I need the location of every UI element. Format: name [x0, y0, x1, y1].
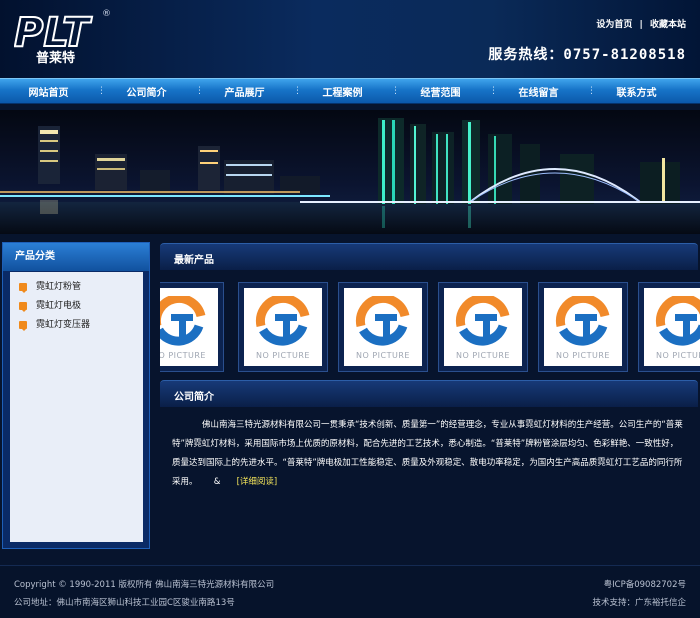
nav-home[interactable]: 网站首页 — [0, 84, 97, 99]
product-thumbnail: NO PICTURE — [644, 288, 700, 366]
banner-image — [0, 110, 700, 234]
top-links: 设为首页 | 收藏本站 — [592, 17, 686, 30]
night-city-banner — [0, 110, 700, 234]
product-thumbnail: NO PICTURE — [344, 288, 422, 366]
top-links-separator: | — [639, 20, 643, 30]
nav-contact[interactable]: 联系方式 — [588, 84, 685, 99]
nav-about[interactable]: 公司简介 — [98, 84, 195, 99]
main-nav: 网站首页 ⋮ 公司简介 ⋮ 产品展厅 ⋮ 工程案例 ⋮ 经营范围 ⋮ 在线留言 … — [0, 78, 700, 104]
product-card[interactable]: NO PICTURE — [538, 282, 628, 372]
logo-cn: 普莱特 — [36, 50, 75, 66]
nav-products[interactable]: 产品展厅 — [196, 84, 293, 99]
product-thumbnail: NO PICTURE — [244, 288, 322, 366]
hotline-label: 服务热线： — [488, 47, 564, 63]
read-more-link[interactable]: [详细阅读] — [237, 477, 278, 487]
no-picture-label: NO PICTURE — [160, 351, 206, 360]
product-card[interactable]: NO PICTURE — [438, 282, 528, 372]
product-thumbnail: NO PICTURE — [544, 288, 622, 366]
category-item-neon-electrode[interactable]: 霓虹灯电极 — [10, 297, 143, 316]
company-profile-title: 公司简介 — [174, 392, 214, 403]
no-picture-label: NO PICTURE — [256, 351, 310, 360]
company-profile-text: 佛山南海三特光源材料有限公司一贯秉承“技术创新、质量第一”的经营理念，专业从事霓… — [172, 416, 686, 492]
hotline-number: 0757-81208518 — [563, 47, 686, 63]
nav-scope[interactable]: 经营范围 — [392, 84, 489, 99]
no-picture-label: NO PICTURE — [456, 351, 510, 360]
plt-logo[interactable]: PLT 普莱特 — [14, 10, 114, 66]
no-picture-label: NO PICTURE — [356, 351, 410, 360]
speech-bubble-icon — [19, 283, 27, 293]
speech-bubble-icon — [19, 302, 27, 312]
category-label: 霓虹灯变压器 — [36, 320, 91, 330]
placeholder-logo-icon — [255, 296, 310, 346]
latest-products-title: 最新产品 — [174, 255, 214, 266]
category-label: 霓虹灯电极 — [36, 301, 82, 311]
placeholder-logo-icon — [655, 296, 700, 346]
latest-products-header: 最新产品 — [160, 243, 698, 270]
category-label: 霓虹灯粉管 — [36, 282, 82, 292]
read-more-glyph: & — [213, 477, 221, 487]
no-picture-label: NO PICTURE — [556, 351, 610, 360]
product-card[interactable]: NO PICTURE — [338, 282, 428, 372]
site-footer: Copyright © 1990-2011 版权所有 佛山南海三特光源材料有限公… — [0, 565, 700, 618]
product-marquee: NO PICTURE NO PICTURE NO PICTURE — [160, 282, 700, 374]
product-card[interactable]: NO PICTURE — [160, 282, 224, 372]
registered-mark: ® — [102, 9, 111, 19]
product-thumbnail: NO PICTURE — [160, 288, 218, 366]
nav-cases[interactable]: 工程案例 — [294, 84, 391, 99]
no-picture-label: NO PICTURE — [656, 351, 700, 360]
category-list: 霓虹灯粉管 霓虹灯电极 霓虹灯变压器 — [10, 272, 143, 335]
placeholder-logo-icon — [355, 296, 410, 346]
footer-icp[interactable]: 粤ICP备09082702号 — [604, 578, 686, 590]
product-thumbnail: NO PICTURE — [444, 288, 522, 366]
site-header: PLT 普莱特 ® 设为首页 | 收藏本站 服务热线：0757-81208518 — [0, 0, 700, 78]
footer-copyright: Copyright © 1990-2011 版权所有 佛山南海三特光源材料有限公… — [14, 580, 275, 590]
logo-letters: PLT — [14, 10, 92, 56]
footer-tech-support[interactable]: 技术支持：广东裕托信企 — [592, 596, 686, 608]
nav-message[interactable]: 在线留言 — [490, 84, 587, 99]
sidebar-body: 霓虹灯粉管 霓虹灯电极 霓虹灯变压器 — [10, 272, 143, 542]
speech-bubble-icon — [19, 321, 27, 331]
set-homepage-link[interactable]: 设为首页 — [596, 20, 632, 30]
placeholder-logo-icon — [160, 296, 206, 346]
sidebar-title: 产品分类 — [3, 243, 149, 271]
placeholder-logo-icon — [455, 296, 510, 346]
placeholder-logo-icon — [555, 296, 610, 346]
product-card[interactable]: NO PICTURE — [238, 282, 328, 372]
product-category-sidebar: 产品分类 霓虹灯粉管 霓虹灯电极 霓虹灯变压器 — [2, 242, 150, 549]
category-item-neon-transformer[interactable]: 霓虹灯变压器 — [10, 316, 143, 335]
bookmark-link[interactable]: 收藏本站 — [650, 20, 686, 30]
company-profile-header: 公司简介 — [160, 380, 698, 407]
service-hotline: 服务热线：0757-81208518 — [488, 44, 686, 64]
footer-address: 公司地址：佛山市南海区狮山科技工业园C区骏业南路13号 — [14, 598, 235, 608]
category-item-neon-tube[interactable]: 霓虹灯粉管 — [10, 278, 143, 297]
product-card[interactable]: NO PICTURE — [638, 282, 700, 372]
